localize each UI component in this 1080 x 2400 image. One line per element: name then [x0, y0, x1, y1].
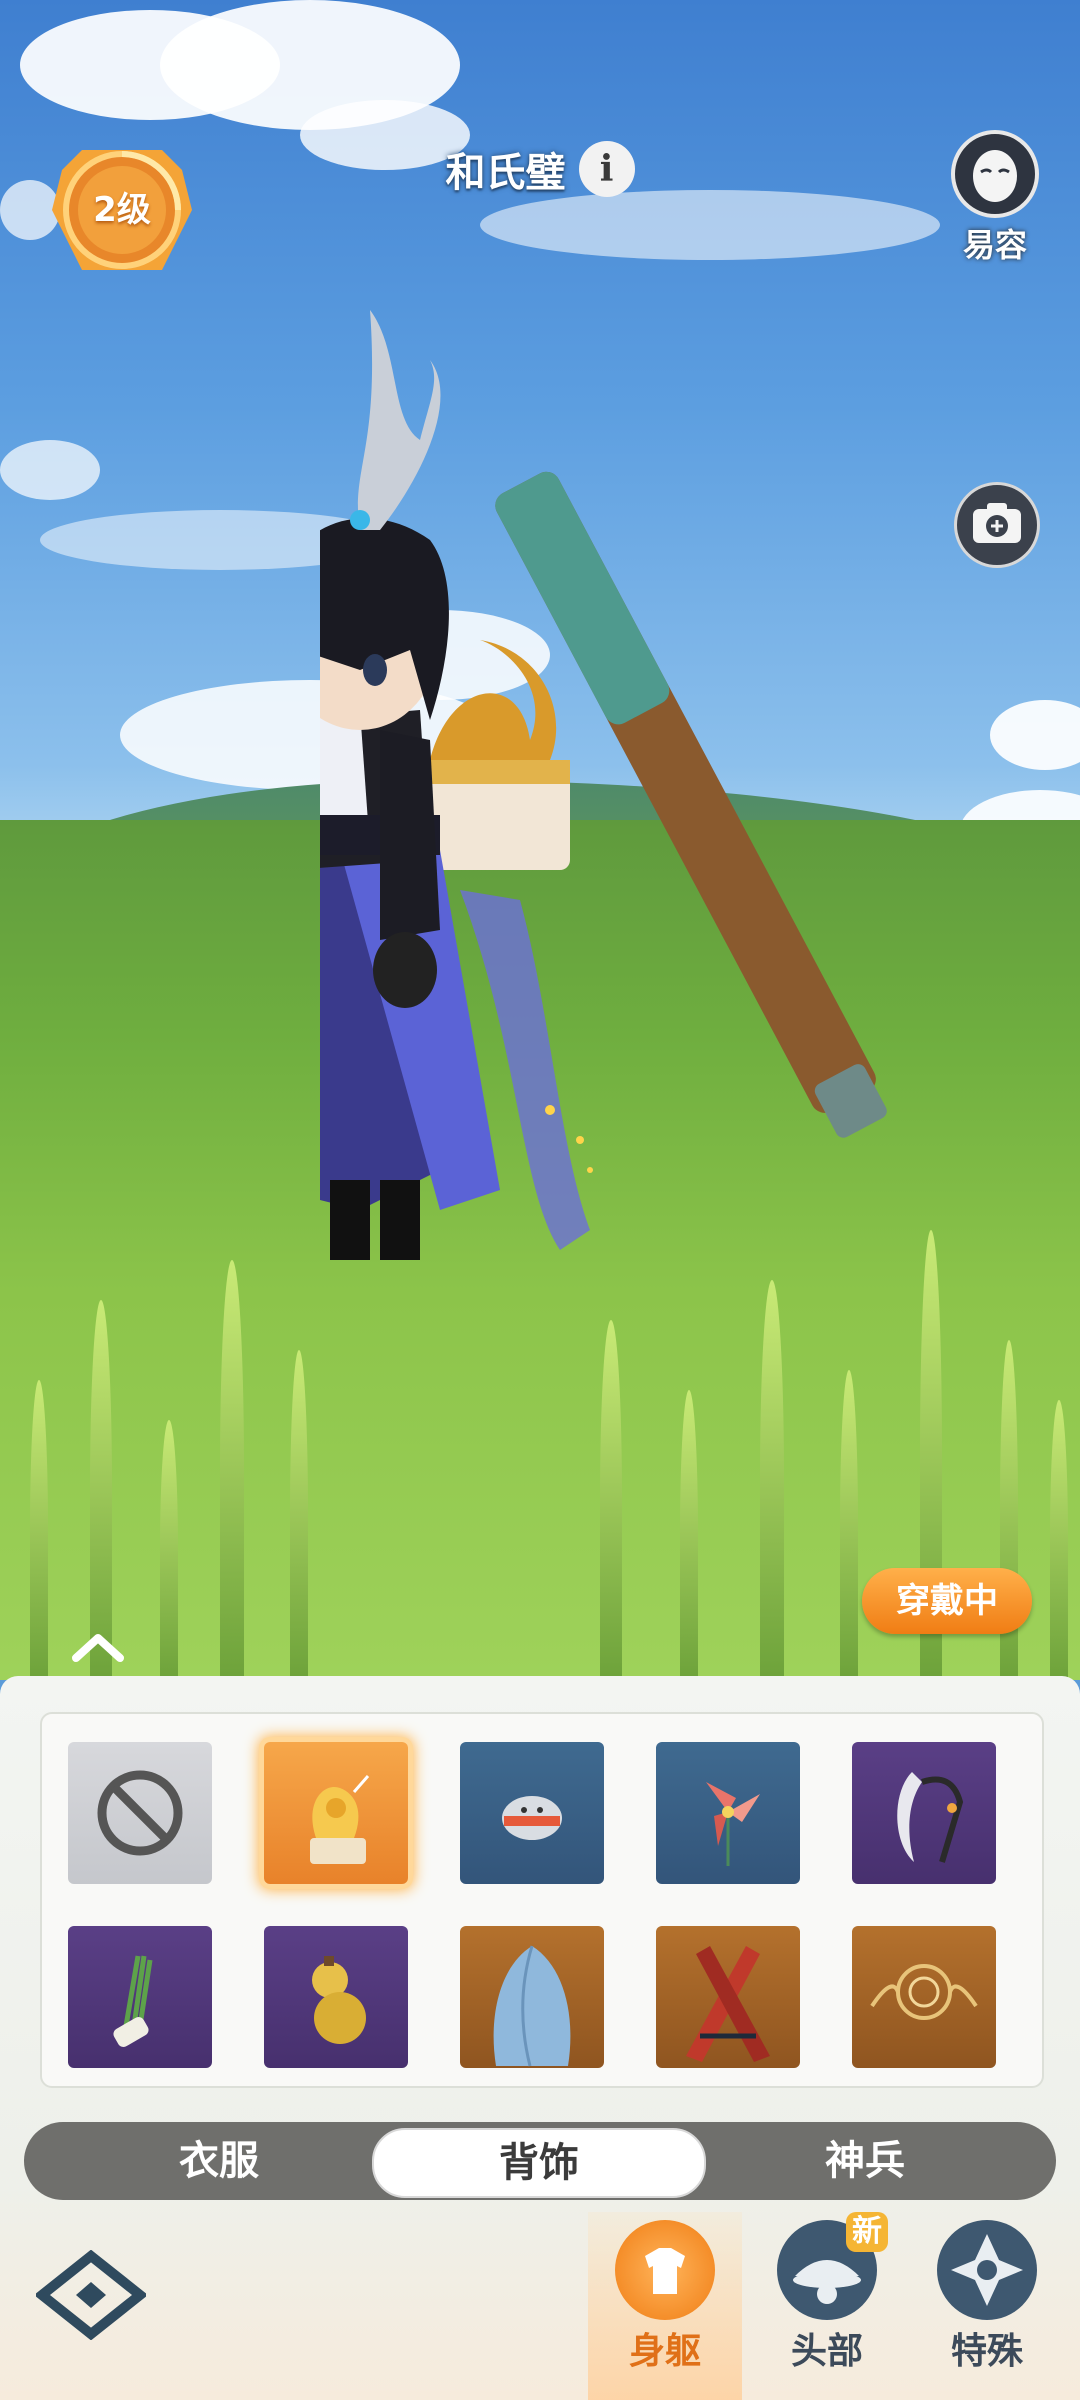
game-logo[interactable]	[33, 2249, 149, 2341]
seal-plush-icon	[502, 1796, 562, 1840]
tab-clothes[interactable]: 衣服	[84, 2122, 354, 2200]
accessory-item-feather-staff[interactable]	[852, 1742, 996, 1884]
golden-halo-icon	[870, 1964, 978, 2020]
cloud	[0, 440, 100, 500]
gourd-icon	[312, 1956, 366, 2044]
disguise-label: 易容	[962, 226, 1027, 264]
accessory-item-seal-plush[interactable]	[460, 1742, 604, 1884]
body-icon	[615, 2220, 715, 2320]
flower-pinwheel-icon	[706, 1782, 760, 1866]
camera-button[interactable]	[954, 482, 1040, 568]
player-character[interactable]	[320, 290, 1060, 1470]
accessory-grid	[40, 1712, 1044, 2088]
new-badge: 新	[846, 2212, 888, 2252]
disguise-button[interactable]: 易容	[950, 130, 1040, 266]
nav-head-label: 头部	[790, 2331, 863, 2372]
character-title: 和氏璧 i	[0, 140, 1080, 198]
accessory-item-gourd[interactable]	[264, 1926, 408, 2068]
green-onion-icon	[113, 1955, 153, 2047]
golden-dragon-box-icon	[310, 1775, 370, 1864]
accessory-item-golden-halo-wings[interactable]	[852, 1926, 996, 2068]
nav-body-label: 身躯	[628, 2331, 701, 2372]
game-logo-icon	[33, 2249, 149, 2341]
accessory-item-crossed-blades[interactable]	[656, 1926, 800, 2068]
nav-body[interactable]: 身躯	[600, 2220, 730, 2374]
accessory-item-green-onion-bundle[interactable]	[68, 1926, 212, 2068]
nav-special-label: 特殊	[950, 2331, 1023, 2372]
feather-staff-icon	[897, 1772, 964, 1863]
wearing-status-badge: 穿戴中	[862, 1568, 1032, 1634]
cloud	[480, 190, 940, 260]
info-icon[interactable]: i	[578, 141, 635, 197]
accessory-item-golden-dragon-box[interactable]	[264, 1742, 408, 1884]
camera-icon	[973, 503, 1021, 543]
accessory-item-none[interactable]	[68, 1742, 212, 1884]
accessory-item-flower-pinwheel[interactable]	[656, 1742, 800, 1884]
category-tabs: 衣服 背饰 神兵	[24, 2122, 1056, 2200]
tab-weapon[interactable]: 神兵	[730, 2122, 1000, 2200]
character-name: 和氏璧	[445, 150, 566, 196]
blue-cape-icon	[493, 1945, 571, 2067]
chevron-up-icon	[72, 1634, 124, 1662]
tab-back-accessory[interactable]: 背饰	[372, 2128, 706, 2198]
crossed-blades-icon	[686, 1946, 770, 2062]
special-icon	[937, 2220, 1037, 2320]
nav-special[interactable]: 特殊	[922, 2220, 1052, 2374]
accessory-item-blue-cape[interactable]	[460, 1926, 604, 2068]
none-icon	[97, 1770, 183, 1856]
expand-panel-button[interactable]	[70, 1628, 126, 1668]
face-mask-icon	[951, 130, 1039, 218]
